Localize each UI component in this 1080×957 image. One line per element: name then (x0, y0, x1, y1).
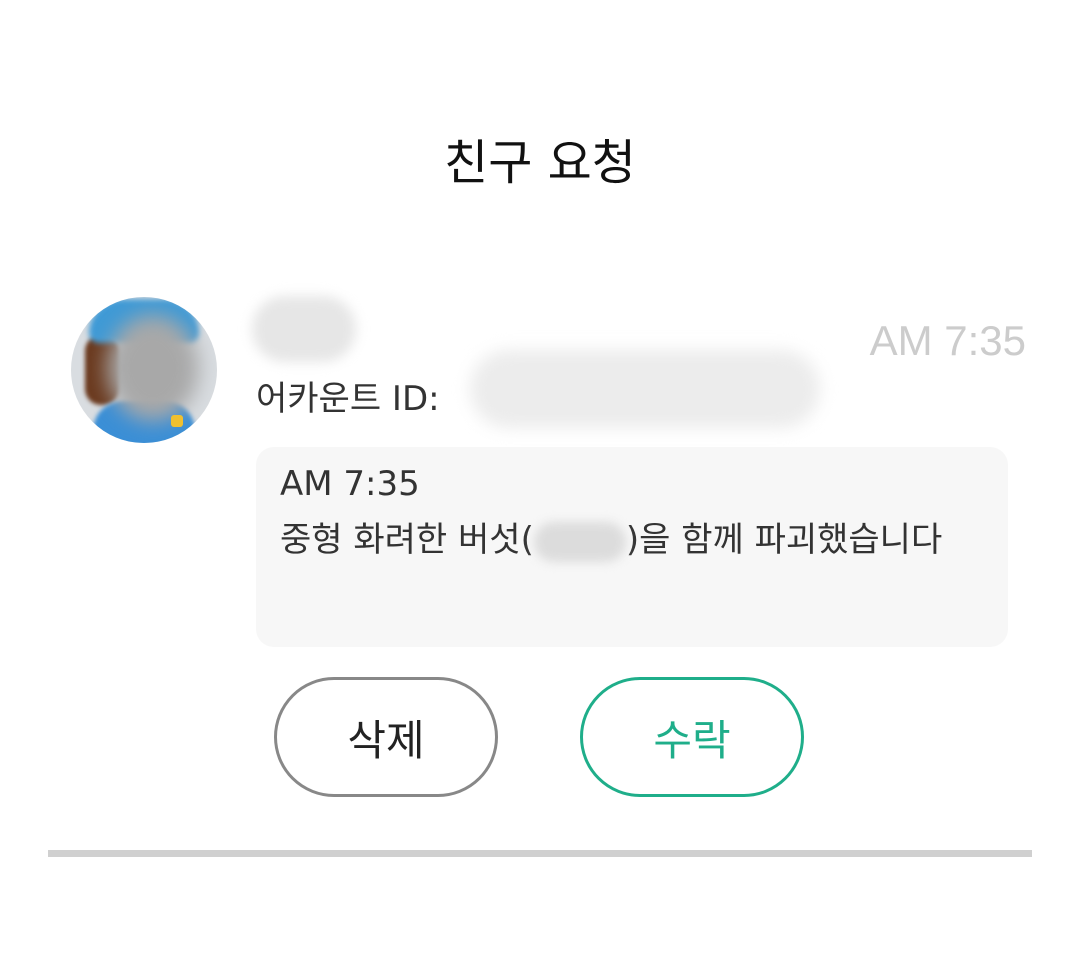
accept-button-label: 수락 (653, 715, 731, 765)
account-id-label: 어카운트 ID: (256, 378, 440, 419)
message-text-after: )을 함께 파괴했습니다 (625, 520, 943, 560)
message-redacted-chip (533, 521, 626, 562)
delete-button[interactable]: 삭제 (274, 677, 498, 797)
message-text-before: 중형 화려한 버섯( (280, 520, 534, 560)
username-redacted (252, 296, 356, 362)
avatar-badge (171, 415, 183, 427)
account-id-row: 어카운트 ID: (256, 370, 440, 420)
account-id-redacted (470, 350, 820, 428)
accept-button[interactable]: 수락 (580, 677, 804, 797)
request-time: AM 7:35 (869, 317, 1026, 364)
message-text: 중형 화려한 버섯( )을 함께 파괴했습니다 (280, 509, 984, 571)
avatar[interactable] (71, 297, 217, 443)
page-title: 친구 요청 (444, 135, 636, 191)
message-card: AM 7:35 중형 화려한 버섯( )을 함께 파괴했습니다 (256, 447, 1008, 647)
divider (48, 850, 1032, 857)
message-time: AM 7:35 (280, 464, 420, 504)
delete-button-label: 삭제 (347, 715, 425, 765)
avatar-face-blur (107, 315, 199, 421)
